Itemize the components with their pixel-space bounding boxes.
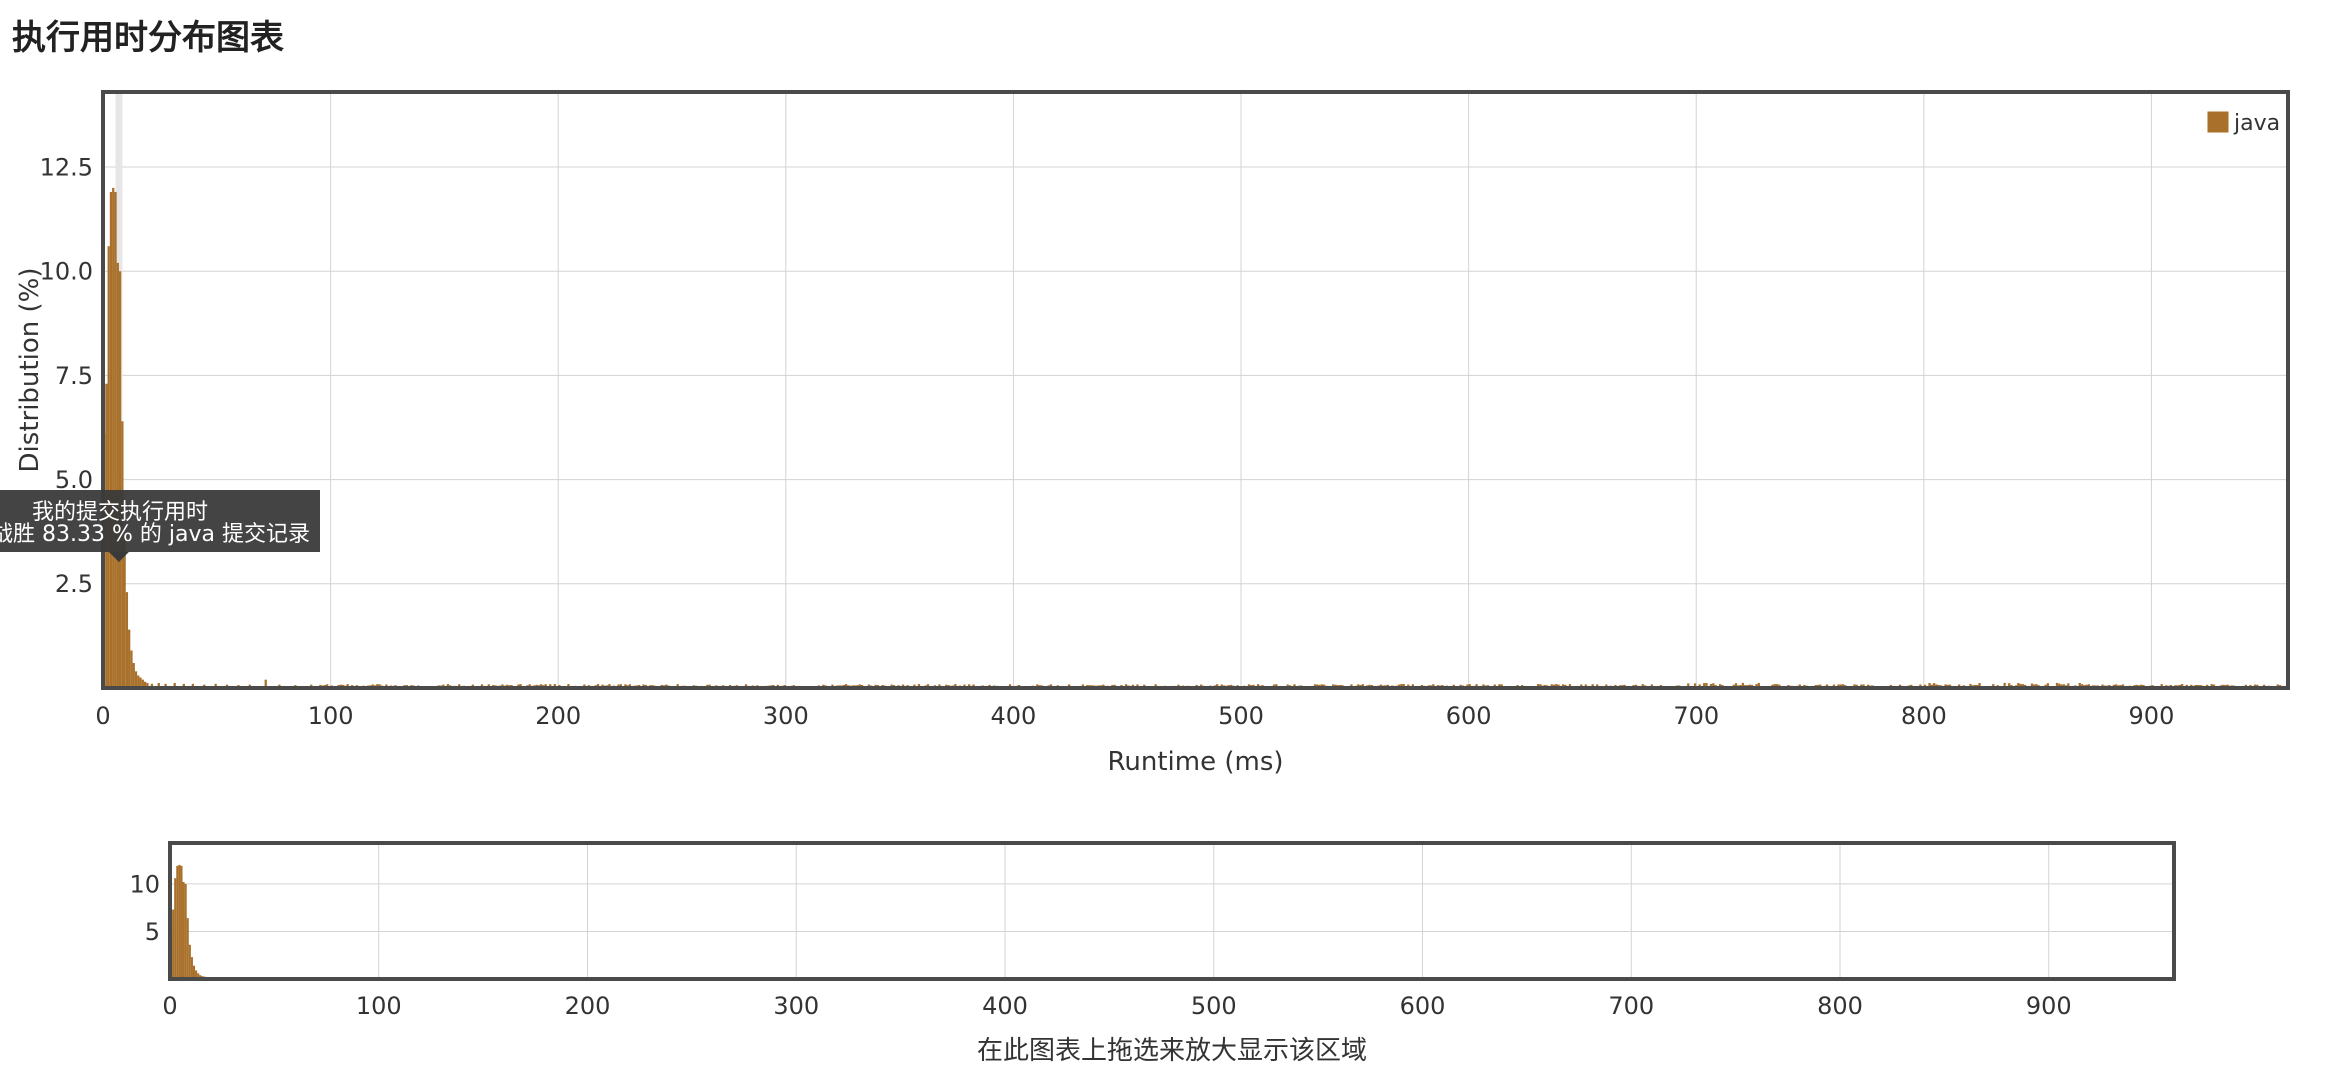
x-tick-label: 800 [1901, 702, 1947, 730]
bar [174, 878, 177, 979]
x-tick-label: 900 [2129, 702, 2175, 730]
bar [125, 592, 129, 688]
bar [176, 865, 179, 979]
bar [132, 662, 135, 688]
y-axis-label: Distribution (%) [15, 268, 45, 473]
bar [114, 192, 117, 689]
y-tick-label: 12.5 [40, 153, 93, 181]
plot-frame [168, 841, 2176, 981]
bar [130, 650, 133, 688]
x-tick-label: 600 [1400, 992, 1446, 1020]
bar [109, 192, 113, 689]
bar [172, 909, 175, 979]
x-tick-label: 100 [356, 992, 402, 1020]
y-tick-label: 5 [145, 918, 160, 946]
x-tick-label: 400 [991, 702, 1037, 730]
plot-frame [101, 90, 2290, 690]
navigator-chart[interactable]: 0 100 200 300 400 500 600 700 800 900 5 10 在此图表上拖选来放… [129, 841, 2176, 1066]
y-tick-label: 5.0 [55, 466, 93, 494]
bar [116, 262, 119, 688]
x-tick-label: 0 [95, 702, 110, 730]
bar [186, 918, 189, 979]
bar [123, 537, 126, 688]
bar [182, 881, 185, 979]
bar [118, 271, 122, 688]
x-tick-label: 0 [162, 992, 177, 1020]
y-tick-label: 2.5 [55, 570, 93, 598]
runtime-distribution-chart[interactable]: 0 100 200 300 400 500 600 700 800 9002.55.07.510.… [0, 0, 2332, 1086]
y-tick-label: 10 [129, 870, 160, 898]
legend-swatch [2206, 110, 2230, 134]
main-chart[interactable]: 0 100 200 300 400 500 600 700 800 900 2.5 5.0 7.5 10.… [15, 90, 2290, 777]
x-tick-label: 400 [982, 992, 1028, 1020]
x-tick-label: 500 [1191, 992, 1237, 1020]
bar [180, 865, 183, 979]
bar [128, 629, 131, 688]
bar [188, 944, 191, 979]
y-tick-label: 10.0 [40, 258, 93, 286]
my-submission-tooltip: 我的提交执行用时战胜 83.33 % 的 java 提交记录 [0, 490, 320, 562]
bar [112, 187, 115, 688]
x-tick-label: 500 [1218, 702, 1264, 730]
x-tick-label: 900 [2026, 992, 2072, 1020]
legend-label: java [2233, 111, 2280, 136]
x-tick-label: 200 [565, 992, 611, 1020]
x-tick-label: 300 [773, 992, 819, 1020]
bar [134, 671, 138, 688]
x-tick-label: 300 [763, 702, 809, 730]
y-tick-label: 7.5 [55, 362, 93, 390]
bar [107, 246, 110, 689]
bar [184, 883, 187, 979]
x-axis-label: 在此图表上拖选来放大显示该区域 [977, 1036, 1367, 1066]
x-tick-label: 700 [1673, 702, 1719, 730]
x-tick-label: 800 [1817, 992, 1863, 1020]
bar [190, 957, 193, 979]
x-tick-label: 700 [1608, 992, 1654, 1020]
x-tick-label: 600 [1446, 702, 1492, 730]
tooltip-line-2: 战胜 83.33 % 的 java 提交记录 [0, 522, 310, 547]
x-tick-label: 100 [308, 702, 354, 730]
x-tick-label: 200 [535, 702, 581, 730]
x-axis-label: Runtime (ms) [1107, 747, 1283, 777]
bar [178, 864, 181, 979]
